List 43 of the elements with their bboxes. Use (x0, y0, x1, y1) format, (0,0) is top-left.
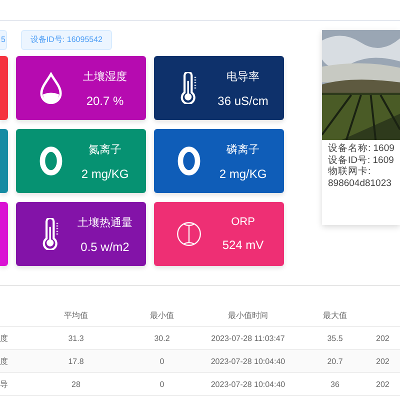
column-header: 最大值 (323, 310, 347, 320)
sensor-value: 2 mg/KG (81, 166, 129, 180)
column-header: 最小值时间 (228, 310, 268, 320)
device-info-text: 物联网卡: (327, 166, 372, 178)
sensor-label: 氮离子 (88, 142, 122, 156)
table-cell: 28 (72, 380, 80, 388)
water-drop-icon (38, 72, 64, 104)
device-info-text: 898604d81023 (327, 178, 392, 189)
table-cell: 0 (160, 356, 164, 366)
sensor-value: 20.7 % (86, 94, 124, 108)
device-info-text: 设备名称: 1609 (327, 143, 396, 154)
table-cell: 202 (376, 356, 390, 366)
table-cell: 35.5 (327, 334, 343, 342)
table-cell: 31.3 (68, 334, 84, 342)
table-cell: 36 (330, 380, 340, 388)
sensor-label: 电导率 (226, 70, 260, 84)
device-info-text: 设备ID号: 1609 (327, 154, 395, 166)
sensor-label: 土壤热通量 (78, 216, 132, 230)
table-cell: 2023-07-28 10:04:40 (210, 380, 286, 388)
device-tag: 设备ID号: 16095542 (21, 30, 112, 50)
table-cell: 202 (376, 380, 390, 388)
sensor-value: 2 mg/KG (219, 166, 267, 180)
column-header: 平均值 (64, 310, 88, 320)
sensor-label: 磷离子 (226, 142, 260, 156)
table-cell: 202 (376, 334, 390, 342)
table-cell: 17.8 (68, 356, 84, 366)
column-header: 最小值 (150, 310, 174, 320)
table-cell: 30.2 (154, 334, 170, 342)
sensor-value: 36 uS/cm (218, 94, 268, 108)
table-cell: 0 (160, 380, 164, 388)
table-cell: 2023-07-28 11:03:47 (211, 334, 285, 342)
table-cell: 导 (0, 380, 8, 388)
table-cell: 度 (0, 334, 8, 342)
sensor-value: 524 mV (222, 238, 264, 252)
ring-icon (38, 145, 64, 177)
table-cell: 度 (0, 356, 8, 366)
sensor-value: 0.5 w/m2 (80, 240, 130, 254)
table-cell: 2023-07-28 10:04:40 (210, 356, 286, 366)
sensor-label: 土壤湿度 (83, 70, 127, 84)
ring-icon (176, 145, 202, 177)
table-cell: 20.7 (327, 356, 343, 366)
sensor-label: ORP (231, 216, 255, 228)
device-tag: 5 (0, 30, 8, 50)
